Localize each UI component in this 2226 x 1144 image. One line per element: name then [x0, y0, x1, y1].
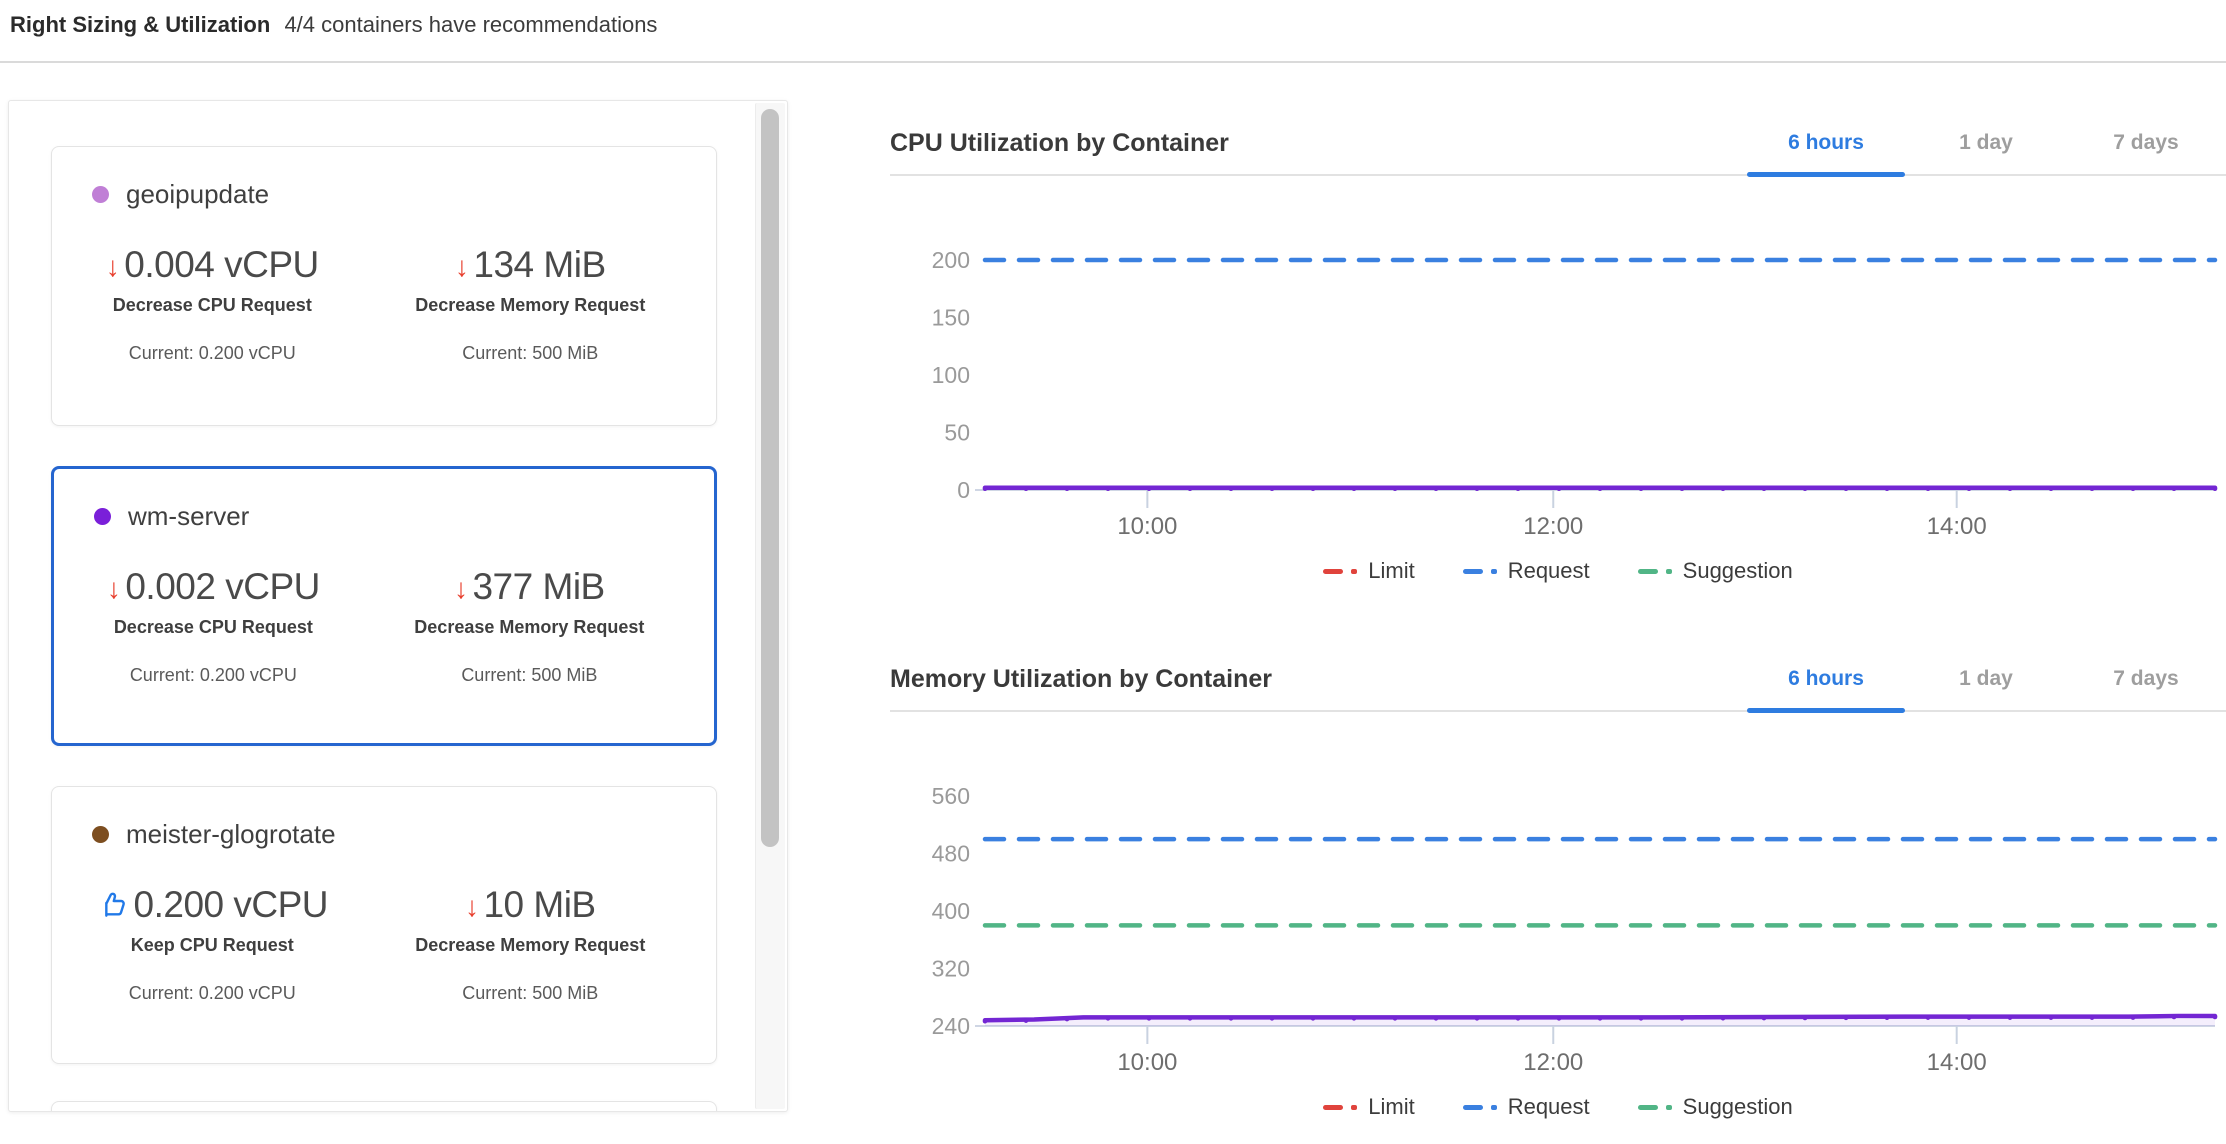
svg-text:320: 320	[932, 956, 970, 982]
time-range-tabs: 6 hours 1 day 7 days	[1746, 112, 2226, 174]
tab-7-days[interactable]: 7 days	[2066, 112, 2226, 174]
memory-recommended-value: 377 MiB	[472, 566, 604, 608]
legend-item-limit[interactable]: Limit	[1323, 558, 1414, 584]
suggestion-dash-icon	[1638, 569, 1658, 574]
tab-1-day[interactable]: 1 day	[1906, 112, 2066, 174]
suggestion-dot-icon	[1666, 569, 1672, 574]
tab-6-hours[interactable]: 6 hours	[1746, 112, 1906, 174]
page-subtitle: 4/4 containers have recommendations	[284, 12, 657, 37]
legend-item-request[interactable]: Request	[1463, 558, 1590, 584]
cpu-action-label: Keep CPU Request	[131, 935, 294, 956]
cpu-chart-section: CPU Utilization by Container 6 hours 1 d…	[890, 112, 2226, 584]
header-divider	[0, 61, 2226, 63]
memory-current-value: Current: 500 MiB	[462, 343, 598, 364]
request-dash-icon	[1463, 1105, 1483, 1110]
cpu-current-value: Current: 0.200 vCPU	[129, 983, 296, 1004]
svg-text:14:00: 14:00	[1927, 1049, 1987, 1076]
cpu-current-value: Current: 0.200 vCPU	[129, 343, 296, 364]
svg-text:560: 560	[932, 783, 970, 809]
svg-text:10:00: 10:00	[1117, 513, 1177, 540]
limit-dash-icon	[1323, 1105, 1343, 1110]
page-title: Right Sizing & Utilization 4/4 container…	[10, 12, 657, 38]
container-name: geoipupdate	[126, 179, 269, 210]
scrollbar-thumb[interactable]	[761, 109, 779, 847]
recommendations-panel: geoipupdate ↓ 0.004 vCPU Decrease CPU Re…	[8, 100, 788, 1112]
memory-utilization-chart: 240 320 400 480 560 10:00 12:00 14:00	[890, 736, 2226, 1076]
chart-legend: Limit Request Suggestion	[890, 558, 2226, 584]
svg-text:0: 0	[957, 477, 970, 503]
request-dot-icon	[1491, 1105, 1497, 1110]
decrease-arrow-icon: ↓	[107, 575, 121, 603]
cpu-recommended-value: 0.200 vCPU	[134, 884, 329, 926]
container-color-dot-icon	[92, 826, 109, 843]
svg-text:480: 480	[932, 841, 970, 867]
legend-item-suggestion[interactable]: Suggestion	[1638, 1094, 1793, 1120]
svg-text:12:00: 12:00	[1523, 1049, 1583, 1076]
container-card-partial[interactable]	[51, 1101, 717, 1112]
thumbs-up-icon	[97, 889, 129, 921]
memory-action-label: Decrease Memory Request	[414, 617, 644, 638]
container-color-dot-icon	[92, 186, 109, 203]
time-range-tabs: 6 hours 1 day 7 days	[1746, 648, 2226, 710]
svg-text:12:00: 12:00	[1523, 513, 1583, 540]
suggestion-dot-icon	[1666, 1105, 1672, 1110]
svg-text:10:00: 10:00	[1117, 1049, 1177, 1076]
memory-current-value: Current: 500 MiB	[462, 983, 598, 1004]
memory-chart-section: Memory Utilization by Container 6 hours …	[890, 648, 2226, 1120]
cpu-chart-title: CPU Utilization by Container	[890, 129, 1229, 158]
memory-action-label: Decrease Memory Request	[415, 295, 645, 316]
chart-legend: Limit Request Suggestion	[890, 1094, 2226, 1120]
memory-current-value: Current: 500 MiB	[461, 665, 597, 686]
container-card-wm-server[interactable]: wm-server ↓ 0.002 vCPU Decrease CPU Requ…	[51, 466, 717, 746]
decrease-arrow-icon: ↓	[106, 253, 120, 281]
suggestion-dash-icon	[1638, 1105, 1658, 1110]
legend-item-limit[interactable]: Limit	[1323, 1094, 1414, 1120]
cpu-current-value: Current: 0.200 vCPU	[130, 665, 297, 686]
cpu-recommended-value: 0.004 vCPU	[124, 244, 319, 286]
memory-recommended-value: 10 MiB	[483, 884, 595, 926]
decrease-arrow-icon: ↓	[455, 253, 469, 281]
decrease-arrow-icon: ↓	[454, 575, 468, 603]
scrollbar[interactable]	[755, 103, 785, 1109]
cpu-recommended-value: 0.002 vCPU	[125, 566, 320, 608]
memory-recommended-value: 134 MiB	[473, 244, 605, 286]
memory-chart-title: Memory Utilization by Container	[890, 665, 1272, 694]
svg-text:200: 200	[932, 247, 970, 273]
decrease-arrow-icon: ↓	[465, 893, 479, 921]
tab-6-hours[interactable]: 6 hours	[1746, 648, 1906, 710]
cpu-action-label: Decrease CPU Request	[113, 295, 312, 316]
svg-text:240: 240	[932, 1013, 970, 1039]
limit-dash-icon	[1323, 569, 1343, 574]
svg-text:100: 100	[932, 362, 970, 388]
request-dot-icon	[1491, 569, 1497, 574]
memory-action-label: Decrease Memory Request	[415, 935, 645, 956]
cpu-utilization-chart: 0 50 100 150 200 10:00 12:00 14:00	[890, 200, 2226, 540]
page-title-text: Right Sizing & Utilization	[10, 12, 270, 37]
limit-dot-icon	[1351, 1105, 1357, 1110]
limit-dot-icon	[1351, 569, 1357, 574]
container-card-geoipupdate[interactable]: geoipupdate ↓ 0.004 vCPU Decrease CPU Re…	[51, 146, 717, 426]
container-name: meister-glogrotate	[126, 819, 336, 850]
svg-text:150: 150	[932, 305, 970, 331]
container-name: wm-server	[128, 501, 249, 532]
legend-item-request[interactable]: Request	[1463, 1094, 1590, 1120]
cpu-action-label: Decrease CPU Request	[114, 617, 313, 638]
tab-1-day[interactable]: 1 day	[1906, 648, 2066, 710]
svg-text:400: 400	[932, 898, 970, 924]
request-dash-icon	[1463, 569, 1483, 574]
tab-7-days[interactable]: 7 days	[2066, 648, 2226, 710]
legend-item-suggestion[interactable]: Suggestion	[1638, 558, 1793, 584]
container-color-dot-icon	[94, 508, 111, 525]
svg-text:14:00: 14:00	[1927, 513, 1987, 540]
svg-text:50: 50	[944, 420, 970, 446]
container-card-meister-glogrotate[interactable]: meister-glogrotate ↓ 0.200 vCPU Keep CPU…	[51, 786, 717, 1064]
